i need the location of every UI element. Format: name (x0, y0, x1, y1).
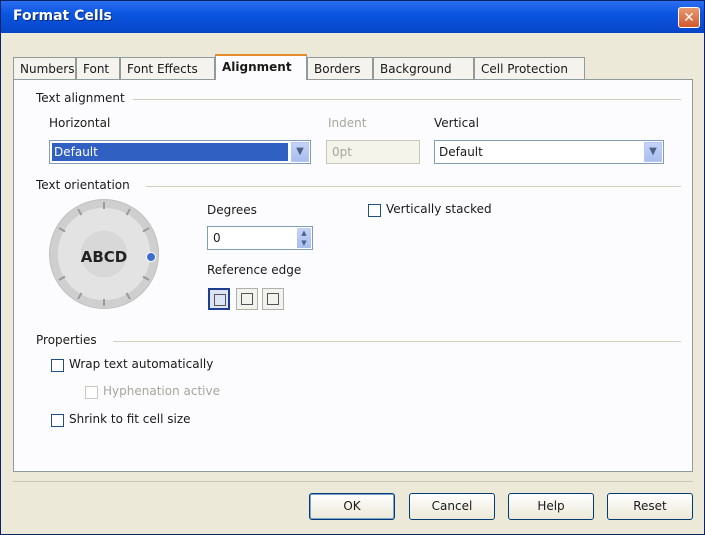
dial-tick (77, 208, 83, 216)
divider (13, 481, 693, 482)
orientation-dial[interactable]: ABCD (49, 199, 159, 309)
dial-sample-text: ABCD (80, 248, 128, 266)
degrees-spinbox[interactable]: 0 ▲ ▼ (207, 226, 313, 250)
title-bar[interactable]: Format Cells ✕ (1, 1, 704, 33)
help-button[interactable]: Help (508, 493, 594, 520)
degrees-label: Degrees (207, 203, 257, 217)
reset-button[interactable]: Reset (607, 493, 693, 520)
dial-handle[interactable] (146, 252, 156, 262)
reference-edge-inside-button[interactable] (262, 288, 284, 310)
spin-down-icon: ▼ (301, 239, 307, 247)
vertically-stacked-label[interactable]: Vertically stacked (386, 202, 492, 216)
wrap-text-label[interactable]: Wrap text automatically (69, 357, 213, 371)
dial-tick (77, 292, 83, 300)
close-icon: ✕ (683, 10, 695, 26)
bottom-edge-icon (214, 294, 226, 306)
dial-tick (125, 292, 131, 300)
dial-tick (103, 299, 105, 306)
dial-tick (103, 202, 105, 209)
dial-tick (58, 227, 66, 233)
horizontal-select[interactable]: Default ▼ (49, 140, 311, 164)
chevron-down-icon: ▼ (644, 142, 662, 162)
indent-value: 0pt (332, 145, 352, 159)
hyphenation-label: Hyphenation active (103, 384, 220, 398)
divider (113, 341, 681, 342)
spinner-arrows-icon[interactable]: ▲ ▼ (297, 228, 311, 248)
vertically-stacked-checkbox[interactable] (368, 204, 381, 217)
dial-tick (142, 227, 150, 233)
tab-alignment[interactable]: Alignment (215, 54, 307, 80)
horizontal-label: Horizontal (49, 116, 111, 130)
reference-edge-top-button[interactable] (236, 288, 258, 310)
chevron-down-icon: ▼ (291, 142, 309, 162)
tab-background[interactable]: Background (373, 57, 474, 79)
indent-label: Indent (328, 116, 367, 130)
tab-font[interactable]: Font (76, 57, 120, 79)
spin-up-icon: ▲ (301, 229, 307, 237)
dial-tick (58, 275, 66, 281)
shrink-to-fit-label[interactable]: Shrink to fit cell size (69, 412, 191, 426)
wrap-text-checkbox[interactable] (51, 359, 64, 372)
inside-edge-icon (267, 293, 279, 305)
dialog-title: Format Cells (13, 8, 112, 24)
vertical-select[interactable]: Default ▼ (434, 140, 664, 164)
reference-edge-label: Reference edge (207, 263, 302, 277)
indent-spinbox: 0pt (326, 140, 420, 164)
tab-borders[interactable]: Borders (307, 57, 373, 79)
dial-tick (125, 208, 131, 216)
divider (133, 99, 681, 100)
text-alignment-heading: Text alignment (36, 91, 125, 105)
format-cells-dialog: Format Cells ✕ Numbers Font Font Effects… (0, 0, 705, 535)
text-orientation-heading: Text orientation (36, 178, 130, 192)
ok-button[interactable]: OK (309, 493, 395, 520)
hyphenation-checkbox (85, 386, 98, 399)
reference-edge-bottom-button[interactable] (208, 288, 230, 310)
vertical-label: Vertical (434, 116, 479, 130)
tab-font-effects[interactable]: Font Effects (120, 57, 215, 79)
top-edge-icon (241, 293, 253, 305)
cancel-button[interactable]: Cancel (409, 493, 495, 520)
degrees-value: 0 (213, 231, 221, 245)
properties-heading: Properties (36, 333, 97, 347)
tab-cell-protection[interactable]: Cell Protection (474, 57, 585, 79)
dial-tick (142, 275, 150, 281)
horizontal-value: Default (52, 143, 288, 161)
vertical-value: Default (439, 145, 483, 159)
close-button[interactable]: ✕ (678, 7, 700, 28)
shrink-to-fit-checkbox[interactable] (51, 414, 64, 427)
tab-numbers[interactable]: Numbers (13, 57, 76, 79)
divider (146, 186, 681, 187)
